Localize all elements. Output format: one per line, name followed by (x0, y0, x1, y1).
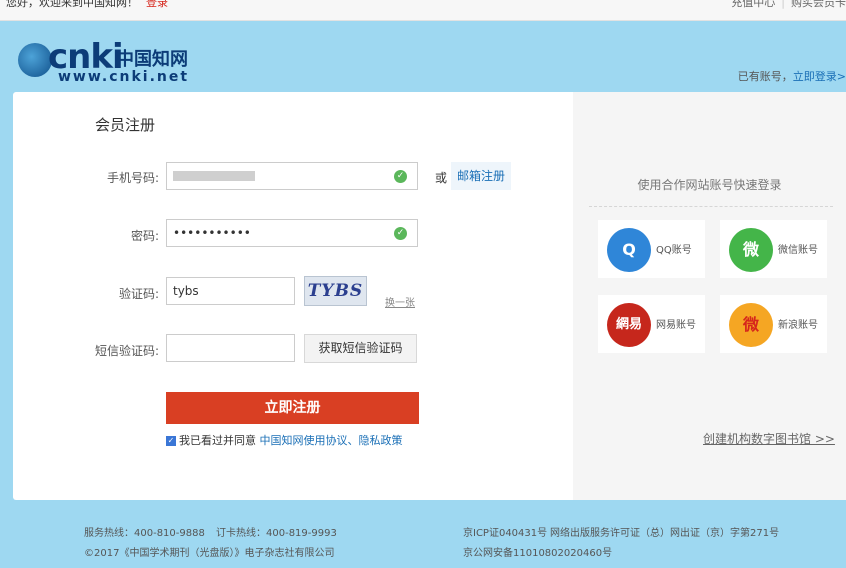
service-hotline: 服务热线：400-810-9888 (84, 528, 205, 539)
login-now-link[interactable]: 立即登录> (793, 70, 846, 83)
police-record-link[interactable]: 京公网安备11010802020460号 (463, 544, 612, 559)
agreement: ✓ 我已看过并同意 中国知网使用协议、隐私政策 (166, 432, 403, 448)
netease-icon: 網易 (607, 303, 651, 347)
register-submit-button[interactable]: 立即注册 (166, 392, 419, 424)
captcha-value: tybs (173, 284, 199, 298)
agreement-link[interactable]: 中国知网使用协议、隐私政策 (260, 434, 403, 447)
divider (589, 206, 833, 207)
top-login-link[interactable]: 登录 (146, 0, 168, 9)
quick-login-panel: 使用合作网站账号快速登录 Q QQ账号 微 微信账号 網易 网易账号 微 新浪账… (573, 92, 846, 500)
buy-card-link[interactable]: 购买会员卡 (791, 0, 846, 9)
sms-label: 短信验证码: (94, 344, 159, 358)
check-icon: ✓ (394, 227, 407, 240)
email-register-button[interactable]: 邮箱注册 (451, 162, 511, 190)
register-card: 会员注册 手机号码: ✓ 或 邮箱注册 密码: ••••••••••• ✓ 验证… (13, 92, 846, 500)
create-library-link[interactable]: 创建机构数字图书馆 >> (703, 430, 835, 447)
card-hotline: 订卡热线：400-819-9993 (216, 528, 337, 539)
or-text: 或 (435, 171, 448, 185)
wechat-glyph: 微 (742, 240, 759, 259)
recharge-link[interactable]: 充值中心 (731, 0, 775, 9)
sina-login-button[interactable]: 微 新浪账号 (720, 295, 827, 353)
quick-login-title: 使用合作网站账号快速登录 (637, 178, 782, 192)
top-bar: 您好，欢迎来到中国知网！ 登录 充值中心 | 购买会员卡 (0, 0, 846, 21)
sms-code-input[interactable] (166, 334, 295, 362)
phone-input[interactable]: ✓ (166, 162, 418, 190)
has-account: 已有账号，立即登录> (738, 68, 846, 84)
qq-login-button[interactable]: Q QQ账号 (598, 220, 705, 278)
register-form: 会员注册 手机号码: ✓ 或 邮箱注册 密码: ••••••••••• ✓ 验证… (13, 92, 573, 500)
logo-cn-text: 中国知网 (116, 49, 188, 70)
top-links: 充值中心 | 购买会员卡 (731, 0, 846, 10)
page-title: 会员注册 (95, 116, 156, 134)
get-sms-code-button[interactable]: 获取短信验证码 (304, 334, 417, 363)
wechat-icon: 微 (729, 228, 773, 272)
welcome-label: 您好，欢迎来到中国知网！ (6, 0, 138, 9)
captcha-input[interactable]: tybs (166, 277, 295, 305)
logo-url-text: www.cnki.net (58, 69, 190, 85)
agree-checkbox[interactable]: ✓ (166, 436, 176, 446)
weibo-glyph: 微 (742, 315, 759, 334)
netease-glyph: 網易 (615, 317, 642, 332)
password-input[interactable]: ••••••••••• ✓ (166, 219, 418, 247)
netease-login-button[interactable]: 網易 网易账号 (598, 295, 705, 353)
netease-label: 网易账号 (656, 320, 696, 331)
check-icon: ✓ (394, 170, 407, 183)
welcome-text: 您好，欢迎来到中国知网！ 登录 (6, 0, 168, 10)
wechat-label: 微信账号 (778, 245, 818, 256)
license-link[interactable]: 网络出版服务许可证（总）网出证（京）字第271号 (550, 524, 779, 539)
masked-phone (173, 170, 255, 181)
qq-label: QQ账号 (656, 245, 692, 256)
refresh-captcha-link[interactable]: 换一张 (385, 294, 415, 309)
qq-glyph: Q (622, 240, 636, 259)
password-label: 密码: (130, 229, 159, 243)
qq-icon: Q (607, 228, 651, 272)
has-account-label: 已有账号， (737, 70, 793, 83)
footer: 服务热线：400-810-9888 订卡热线：400-819-9993 ©201… (0, 500, 846, 568)
cnki-logo[interactable]: cnki 中国知网 www.cnki.net (18, 35, 193, 85)
password-value: ••••••••••• (173, 226, 251, 240)
phone-label: 手机号码: (106, 171, 159, 185)
copyright: ©2017《中国学术期刊（光盘版）》电子杂志社有限公司 (84, 548, 335, 559)
header: cnki 中国知网 www.cnki.net 已有账号，立即登录> (0, 21, 846, 92)
captcha-label: 验证码: (118, 287, 159, 301)
captcha-image[interactable]: TYBS (304, 276, 367, 306)
agree-text: 我已看过并同意 (179, 434, 256, 447)
divider: | (781, 0, 785, 9)
globe-icon (18, 43, 52, 77)
wechat-login-button[interactable]: 微 微信账号 (720, 220, 827, 278)
weibo-icon: 微 (729, 303, 773, 347)
icp-link[interactable]: 京ICP证040431号 (463, 524, 547, 539)
sina-label: 新浪账号 (778, 320, 818, 331)
